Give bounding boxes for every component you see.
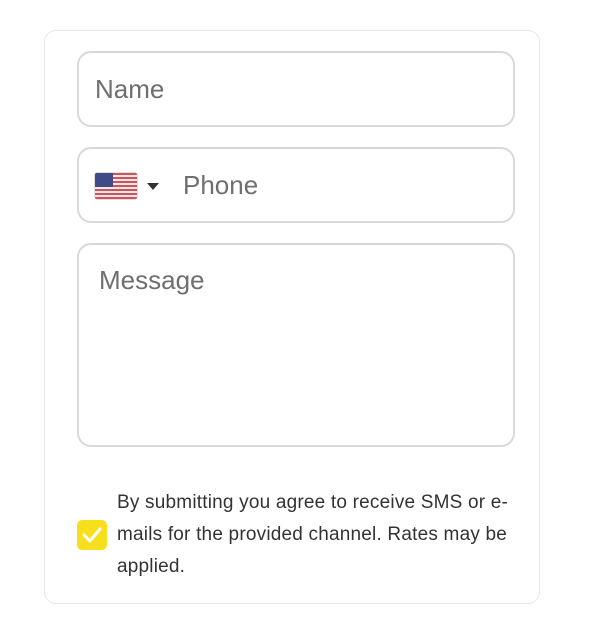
phone-input[interactable] bbox=[183, 167, 493, 203]
phone-field[interactable] bbox=[77, 147, 515, 223]
us-flag-icon bbox=[95, 173, 137, 199]
consent-text: By submitting you agree to receive SMS o… bbox=[117, 492, 509, 577]
message-textarea[interactable] bbox=[99, 263, 495, 433]
country-code-dropdown[interactable] bbox=[95, 171, 165, 201]
message-field[interactable] bbox=[77, 243, 515, 447]
contact-form-card: By submitting you agree to receive SMS o… bbox=[44, 30, 540, 604]
check-icon bbox=[82, 527, 102, 543]
consent-row: By submitting you agree to receive SMS o… bbox=[77, 487, 517, 587]
caret-down-icon bbox=[147, 183, 159, 190]
consent-checkbox[interactable] bbox=[77, 520, 107, 550]
name-input[interactable] bbox=[95, 71, 495, 107]
name-field[interactable] bbox=[77, 51, 515, 127]
